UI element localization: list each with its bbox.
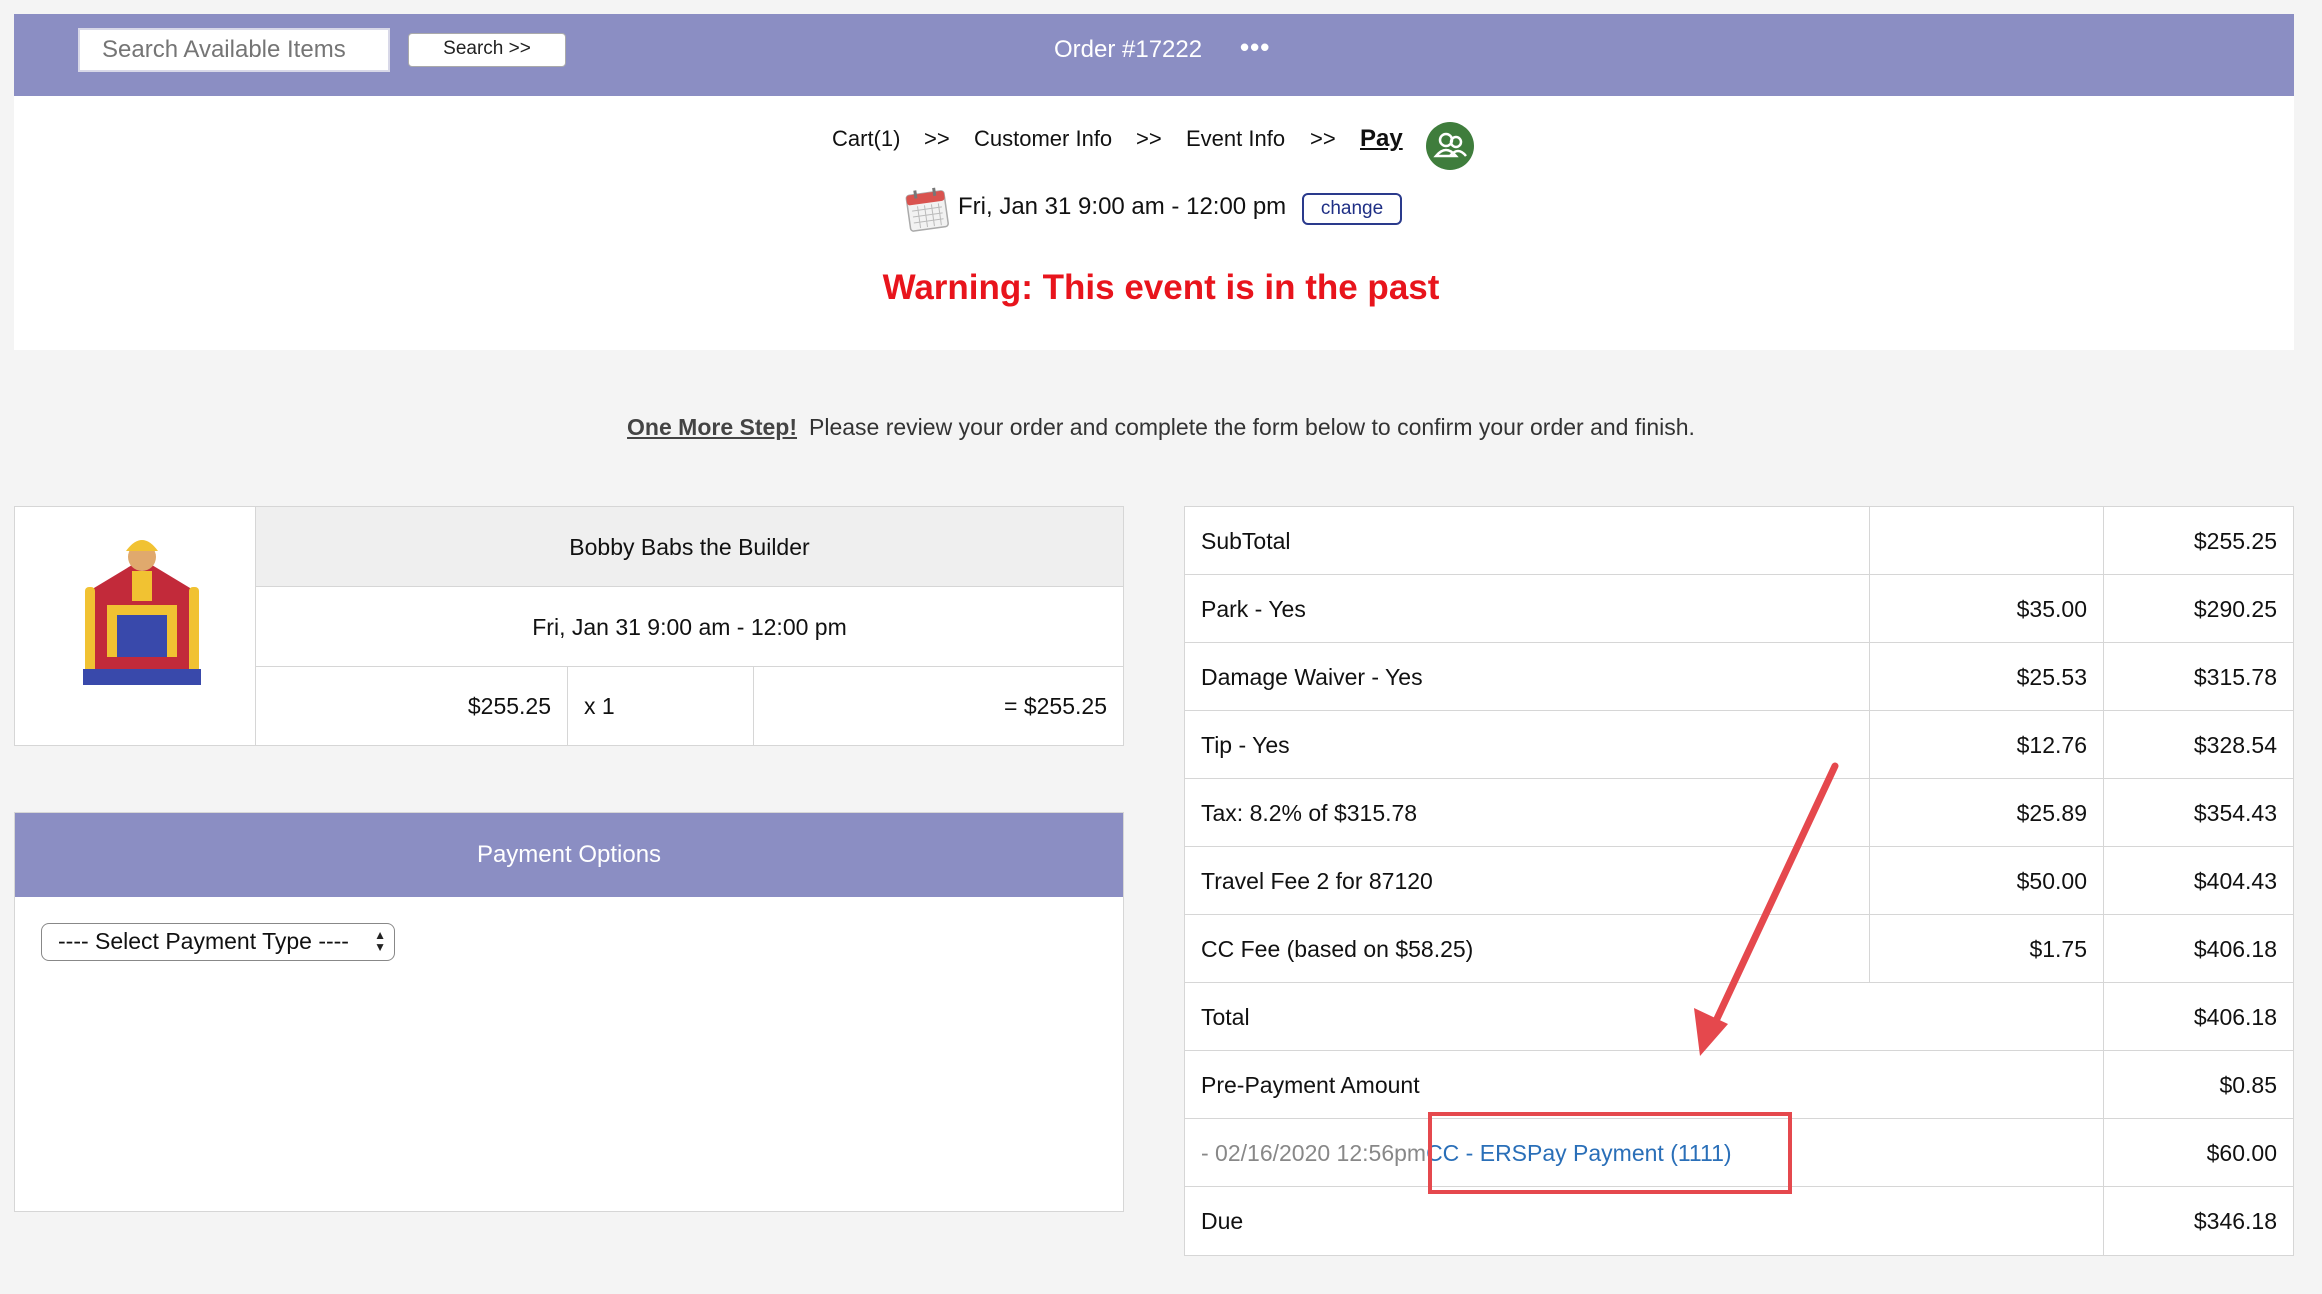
row-label: Tax: 8.2% of $315.78 <box>1201 800 1418 826</box>
total-value: $406.18 <box>2103 983 2293 1050</box>
instructions-text: Please review your order and complete th… <box>809 414 1695 440</box>
table-row: Damage Waiver - Yes $25.53 $315.78 <box>1185 643 2293 711</box>
calendar-icon <box>904 185 950 233</box>
bounce-house-image <box>77 521 207 697</box>
select-arrows-icon: ▲ ▼ <box>374 928 386 954</box>
row-running-total: $406.18 <box>2103 915 2293 982</box>
item-name: Bobby Babs the Builder <box>255 507 1123 587</box>
row-label: SubTotal <box>1201 528 1291 554</box>
payment-type-select[interactable]: ---- Select Payment Type ---- ▲ ▼ <box>41 923 395 961</box>
prepayment-label: Pre-Payment Amount <box>1201 1072 1420 1098</box>
row-amount: $12.76 <box>1869 711 2103 778</box>
row-running-total: $315.78 <box>2103 643 2293 710</box>
item-price: $255.25 <box>255 667 567 745</box>
breadcrumb-separator: >> <box>1136 126 1162 151</box>
breadcrumb-pay: Pay <box>1360 125 1403 152</box>
row-amount: $1.75 <box>1869 915 2103 982</box>
row-label: Tip - Yes <box>1201 732 1290 758</box>
breadcrumb-customer-info[interactable]: Customer Info <box>974 126 1112 152</box>
breadcrumb-event-info[interactable]: Event Info <box>1186 126 1285 152</box>
row-running-total: $328.54 <box>2103 711 2293 778</box>
due-value: $346.18 <box>2103 1187 2293 1255</box>
order-title: Order #17222 <box>1054 36 1203 63</box>
item-total: = $255.25 <box>753 667 1123 745</box>
row-amount <box>1869 507 2103 574</box>
row-amount: $50.00 <box>1869 847 2103 914</box>
row-running-total: $404.43 <box>2103 847 2293 914</box>
row-amount: $25.53 <box>1869 643 2103 710</box>
table-row: Park - Yes $35.00 $290.25 <box>1185 575 2293 643</box>
annotation-arrow <box>1694 762 1839 1056</box>
people-icon[interactable] <box>1426 122 1474 170</box>
annotation-highlight-box <box>1428 1112 1792 1194</box>
change-date-button[interactable]: change <box>1302 193 1402 225</box>
prepayment-value: $0.85 <box>2103 1051 2293 1118</box>
past-event-warning: Warning: This event is in the past <box>882 268 1440 307</box>
breadcrumb-separator: >> <box>1310 126 1336 151</box>
item-quantity: x 1 <box>567 667 753 745</box>
top-bar: Search >> Order #17222 ••• <box>14 14 2294 96</box>
payment-options-header: Payment Options <box>15 813 1123 897</box>
event-date: Fri, Jan 31 9:00 am - 12:00 pm <box>958 193 1287 220</box>
item-date: Fri, Jan 31 9:00 am - 12:00 pm <box>255 587 1123 667</box>
breadcrumb: Cart(1) >> Customer Info >> Event Info >… <box>0 125 2322 162</box>
due-row: Due $346.18 <box>1185 1187 2293 1255</box>
payment-value: $60.00 <box>2103 1119 2293 1186</box>
row-amount: $35.00 <box>1869 575 2103 642</box>
breadcrumb-cart[interactable]: Cart(1) <box>832 126 900 152</box>
total-label: Total <box>1201 1004 1250 1030</box>
search-input[interactable] <box>78 28 390 72</box>
more-options-icon[interactable]: ••• <box>1240 32 1270 63</box>
payment-type-selected-value: ---- Select Payment Type ---- <box>58 928 349 954</box>
row-label: CC Fee (based on $58.25) <box>1201 936 1474 962</box>
row-running-total: $290.25 <box>2103 575 2293 642</box>
table-row: SubTotal $255.25 <box>1185 507 2293 575</box>
row-label: Park - Yes <box>1201 596 1306 622</box>
payment-options-panel: Payment Options ---- Select Payment Type… <box>14 812 1124 1212</box>
row-running-total: $255.25 <box>2103 507 2293 574</box>
cart-item: Bobby Babs the Builder Fri, Jan 31 9:00 … <box>14 506 1124 746</box>
row-amount: $25.89 <box>1869 779 2103 846</box>
breadcrumb-separator: >> <box>924 126 950 151</box>
search-button[interactable]: Search >> <box>408 33 566 67</box>
instructions-heading: One More Step! <box>627 414 798 440</box>
row-label: Travel Fee 2 for 87120 <box>1201 868 1433 894</box>
payment-date: - 02/16/2020 12:56pm <box>1201 1140 1427 1166</box>
row-running-total: $354.43 <box>2103 779 2293 846</box>
due-label: Due <box>1201 1208 1244 1234</box>
instructions: One More Step! Please review your order a… <box>0 414 2322 441</box>
row-label: Damage Waiver - Yes <box>1201 664 1423 690</box>
